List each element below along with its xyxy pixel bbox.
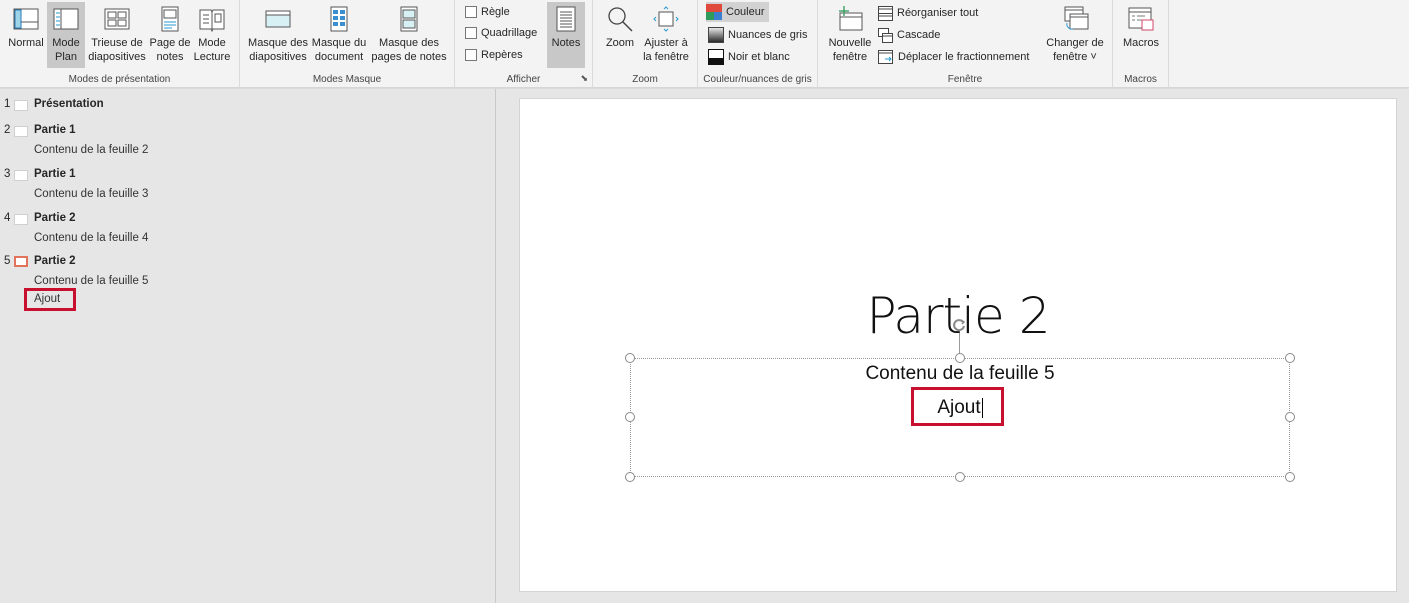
notes-button[interactable]: Notes	[547, 2, 585, 68]
normal-view-icon	[13, 8, 39, 30]
highlight-annotation	[24, 288, 76, 311]
resize-handle[interactable]	[1285, 412, 1295, 422]
content-placeholder[interactable]: Contenu de la feuille 5 Ajout	[625, 353, 1295, 482]
group-show: Règle Quadrillage Repères Notes Afficher…	[455, 0, 593, 88]
color-option[interactable]: Couleur	[706, 2, 769, 22]
grayscale-icon	[708, 27, 724, 43]
arrange-all-icon	[878, 5, 893, 21]
highlight-annotation	[911, 387, 1004, 426]
resize-handle[interactable]	[955, 353, 965, 363]
group-presentation-modes: Normal Mode Plan Trieuse de diapositives…	[0, 0, 240, 88]
normal-view-button[interactable]: Normal	[6, 2, 46, 68]
slide-title[interactable]: Partie 1	[34, 168, 76, 180]
outline-view-button[interactable]: Mode Plan	[47, 2, 85, 68]
slide-body-text[interactable]: Contenu de la feuille 3	[34, 188, 148, 200]
fit-window-button[interactable]: Ajuster à la fenêtre	[641, 2, 691, 68]
slide-editing-area: Partie 2 Contenu de la feuille 5 Ajout	[497, 89, 1409, 603]
dialog-launcher-icon[interactable]: ⬊	[580, 73, 588, 84]
handout-master-icon	[330, 6, 348, 32]
slide-title[interactable]: Partie 2	[34, 212, 76, 224]
grayscale-option[interactable]: Nuances de gris	[708, 25, 808, 45]
group-label: Modes Masque	[312, 74, 382, 85]
fit-window-icon	[653, 6, 679, 32]
slide-sorter-button[interactable]: Trieuse de diapositives	[86, 2, 148, 68]
slide-title[interactable]: Partie 1	[34, 124, 76, 136]
new-window-button[interactable]: Nouvelle fenêtre	[826, 2, 874, 68]
checkbox-box[interactable]	[465, 49, 477, 61]
group-window: Nouvelle fenêtre Réorganiser tout Cascad…	[818, 0, 1113, 88]
slide-thumbnail-icon[interactable]	[14, 170, 28, 181]
notes-page-icon	[161, 6, 179, 32]
magnifier-icon	[608, 7, 633, 32]
reading-view-button[interactable]: Mode Lecture	[192, 2, 232, 68]
slide-master-icon	[265, 10, 291, 28]
group-label: Modes de présentation	[68, 74, 171, 85]
reading-view-icon	[199, 9, 225, 33]
slide-title-placeholder[interactable]: Partie 2	[520, 287, 1396, 345]
resize-handle[interactable]	[1285, 472, 1295, 482]
slide-thumbnail-icon[interactable]	[14, 100, 28, 111]
color-icon	[706, 4, 722, 20]
move-split-button[interactable]: Déplacer le fractionnement	[878, 47, 1029, 67]
resize-handle[interactable]	[1285, 353, 1295, 363]
arrange-all-button[interactable]: Réorganiser tout	[878, 3, 978, 23]
outline-pane[interactable]: 1 Présentation 2 Partie 1 Contenu de la …	[0, 89, 496, 603]
group-label: Zoom	[632, 74, 658, 85]
group-zoom: Zoom Ajuster à la fenêtre Zoom	[593, 0, 698, 88]
resize-handle[interactable]	[625, 412, 635, 422]
slide-thumbnail-icon[interactable]	[14, 256, 28, 267]
slide-thumbnail-icon[interactable]	[14, 126, 28, 137]
cascade-icon	[878, 27, 893, 43]
slide-title[interactable]: Partie 2	[34, 255, 76, 267]
gridlines-checkbox[interactable]: Quadrillage	[465, 23, 537, 43]
macros-icon	[1128, 7, 1154, 31]
resize-handle[interactable]	[625, 353, 635, 363]
notes-master-icon	[400, 6, 418, 32]
slide-thumbnail-icon[interactable]	[14, 214, 28, 225]
slide-title[interactable]: Présentation	[34, 98, 104, 110]
guides-checkbox[interactable]: Repères	[465, 45, 523, 65]
notes-page-button[interactable]: Page de notes	[149, 2, 191, 68]
notes-master-button[interactable]: Masque des pages de notes	[370, 2, 448, 68]
macros-button[interactable]: Macros	[1119, 2, 1163, 68]
checkbox-box[interactable]	[465, 6, 477, 18]
black-white-icon	[708, 49, 724, 65]
slide-body-text[interactable]: Contenu de la feuille 4	[34, 232, 148, 244]
group-label: Macros	[1124, 74, 1157, 85]
cascade-button[interactable]: Cascade	[878, 25, 940, 45]
zoom-button[interactable]: Zoom	[601, 2, 639, 68]
rotate-handle-icon[interactable]	[951, 317, 967, 333]
group-label: Couleur/nuances de gris	[703, 74, 812, 85]
outline-view-icon	[53, 8, 79, 30]
move-split-icon	[878, 49, 893, 64]
notes-icon	[556, 6, 576, 32]
black-white-option[interactable]: Noir et blanc	[708, 47, 790, 67]
resize-handle[interactable]	[955, 472, 965, 482]
handout-master-button[interactable]: Masque du document	[310, 2, 368, 68]
group-label: Afficher	[506, 74, 541, 85]
group-color: Couleur Nuances de gris Noir et blanc Co…	[698, 0, 818, 88]
group-master-modes: Masque des diapositives Masque du docume…	[240, 0, 455, 88]
ruler-checkbox[interactable]: Règle	[465, 2, 510, 22]
group-label: Fenêtre	[947, 74, 983, 85]
switch-window-button[interactable]: Changer de fenêtre ˅	[1043, 2, 1107, 68]
ribbon: Normal Mode Plan Trieuse de diapositives…	[0, 0, 1409, 88]
slide-canvas[interactable]: Partie 2 Contenu de la feuille 5 Ajout	[519, 98, 1397, 592]
switch-window-icon	[1064, 6, 1089, 30]
checkbox-box[interactable]	[465, 27, 477, 39]
content-line[interactable]: Contenu de la feuille 5	[631, 363, 1289, 385]
slide-body-text[interactable]: Contenu de la feuille 5	[34, 275, 148, 287]
resize-handle[interactable]	[625, 472, 635, 482]
slide-sorter-icon	[104, 8, 130, 30]
group-macros: Macros Macros	[1113, 0, 1169, 88]
slide-master-button[interactable]: Masque des diapositives	[246, 2, 310, 68]
slide-body-text[interactable]: Contenu de la feuille 2	[34, 144, 148, 156]
new-window-icon	[839, 6, 863, 31]
